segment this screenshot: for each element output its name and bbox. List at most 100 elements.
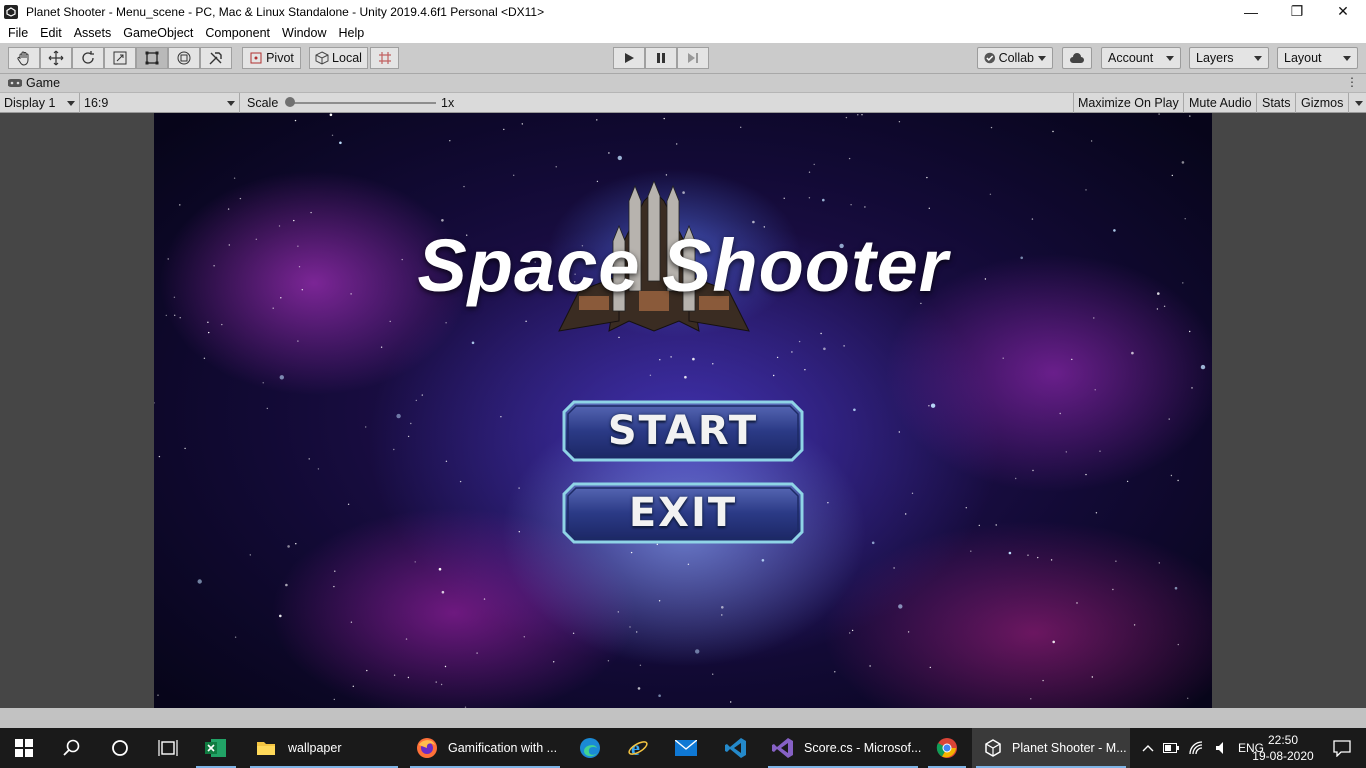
more-options-icon[interactable]: ⋮: [1346, 75, 1358, 89]
star: [158, 455, 161, 458]
star: [459, 480, 462, 483]
rect-tool-icon[interactable]: [136, 47, 168, 69]
star: [1177, 643, 1179, 646]
display-dropdown[interactable]: Display 1: [0, 93, 80, 113]
stats-toggle[interactable]: Stats: [1258, 93, 1296, 113]
star: [1200, 364, 1206, 370]
star: [820, 332, 822, 335]
menu-window[interactable]: Window: [276, 26, 332, 40]
chevron-down-icon: [1355, 100, 1363, 106]
layout-dropdown[interactable]: Layout: [1277, 47, 1358, 69]
star: [636, 631, 638, 633]
notification-icon[interactable]: [1318, 728, 1366, 768]
menu-component[interactable]: Component: [199, 26, 276, 40]
star: [500, 416, 502, 418]
collab-label: Collab: [998, 51, 1034, 65]
close-button[interactable]: ✕: [1320, 0, 1366, 23]
star: [1187, 697, 1189, 699]
transform-tool-icon[interactable]: [168, 47, 200, 69]
pivot-toggle[interactable]: Pivot: [242, 47, 301, 69]
chrome-icon[interactable]: [924, 728, 970, 768]
menu-gameobject[interactable]: GameObject: [117, 26, 199, 40]
collab-dropdown[interactable]: Collab: [977, 47, 1053, 69]
scale-slider-track[interactable]: [288, 102, 436, 104]
menu-help[interactable]: Help: [332, 26, 370, 40]
star: [804, 369, 806, 371]
star: [287, 545, 290, 548]
star: [179, 204, 181, 206]
custom-tool-icon[interactable]: [200, 47, 232, 69]
aspect-dropdown[interactable]: 16:9: [80, 93, 240, 113]
rotate-tool-icon[interactable]: [72, 47, 104, 69]
menu-assets[interactable]: Assets: [68, 26, 118, 40]
scale-slider-thumb[interactable]: [285, 97, 295, 107]
hand-tool-icon[interactable]: [8, 47, 40, 69]
edge-icon[interactable]: [566, 728, 614, 768]
cloud-button[interactable]: [1062, 47, 1092, 69]
gizmos-toggle[interactable]: Gizmos: [1297, 93, 1347, 113]
local-toggle[interactable]: Local: [309, 47, 368, 69]
star: [1099, 450, 1101, 452]
ie-icon[interactable]: e: [614, 728, 662, 768]
search-icon[interactable]: [48, 728, 96, 768]
windows-start-icon[interactable]: [0, 728, 48, 768]
star: [695, 649, 700, 654]
star: [366, 669, 368, 672]
maximize-on-play-toggle[interactable]: Maximize On Play: [1073, 93, 1184, 113]
star: [331, 134, 334, 136]
chevron-up-icon[interactable]: [1138, 741, 1158, 755]
window-title: Planet Shooter - Menu_scene - PC, Mac & …: [26, 4, 545, 19]
scale-tool-icon[interactable]: [104, 47, 136, 69]
layers-dropdown[interactable]: Layers: [1189, 47, 1269, 69]
restore-button[interactable]: ❐: [1274, 0, 1320, 23]
task-view-icon[interactable]: [144, 728, 192, 768]
menu-file[interactable]: File: [0, 26, 34, 40]
battery-icon[interactable]: [1158, 743, 1184, 753]
wifi-icon[interactable]: [1184, 741, 1210, 755]
start-label: START: [607, 408, 759, 454]
start-button[interactable]: START: [562, 400, 804, 462]
pause-button[interactable]: [645, 47, 677, 69]
play-button[interactable]: [613, 47, 645, 69]
star: [857, 114, 859, 116]
cortana-icon[interactable]: [96, 728, 144, 768]
taskbar-item-firefox[interactable]: Gamification with ...: [406, 728, 564, 768]
star: [663, 117, 665, 120]
star: [572, 632, 575, 634]
star: [861, 114, 863, 116]
step-button[interactable]: [677, 47, 709, 69]
firefox-icon: [417, 738, 437, 758]
star: [1174, 586, 1178, 590]
vscode-icon[interactable]: [710, 728, 762, 768]
taskbar-item-wallpaper[interactable]: wallpaper: [246, 728, 402, 768]
tab-game[interactable]: Game: [8, 76, 60, 90]
excel-icon[interactable]: [192, 728, 240, 768]
minimize-button[interactable]: —: [1228, 0, 1274, 23]
volume-icon[interactable]: [1210, 741, 1234, 755]
gizmos-dropdown[interactable]: [1348, 93, 1366, 113]
star: [435, 681, 437, 683]
move-tool-icon[interactable]: [40, 47, 72, 69]
star: [1052, 640, 1055, 644]
star: [234, 636, 237, 638]
chevron-down-icon: [67, 100, 75, 106]
taskbar-item-unity[interactable]: Planet Shooter - M...: [972, 728, 1130, 768]
mute-audio-toggle[interactable]: Mute Audio: [1185, 93, 1257, 113]
exit-button[interactable]: EXIT: [562, 482, 804, 544]
star: [449, 140, 451, 142]
star: [555, 166, 557, 168]
star: [850, 204, 852, 206]
grid-snap-icon[interactable]: [370, 47, 399, 69]
account-dropdown[interactable]: Account: [1101, 47, 1181, 69]
star: [665, 174, 668, 176]
star: [721, 606, 724, 609]
taskbar-item-visual-studio[interactable]: Score.cs - Microsof...: [764, 728, 922, 768]
chevron-down-icon: [1343, 55, 1351, 61]
star: [851, 629, 854, 632]
mail-icon[interactable]: [662, 728, 710, 768]
menu-edit[interactable]: Edit: [34, 26, 68, 40]
game-viewport[interactable]: Space Shooter START EXIT: [154, 113, 1212, 708]
cloud-icon: [1070, 53, 1084, 63]
star: [1042, 679, 1044, 682]
clock[interactable]: 22:50 19-08-2020: [1248, 732, 1318, 764]
